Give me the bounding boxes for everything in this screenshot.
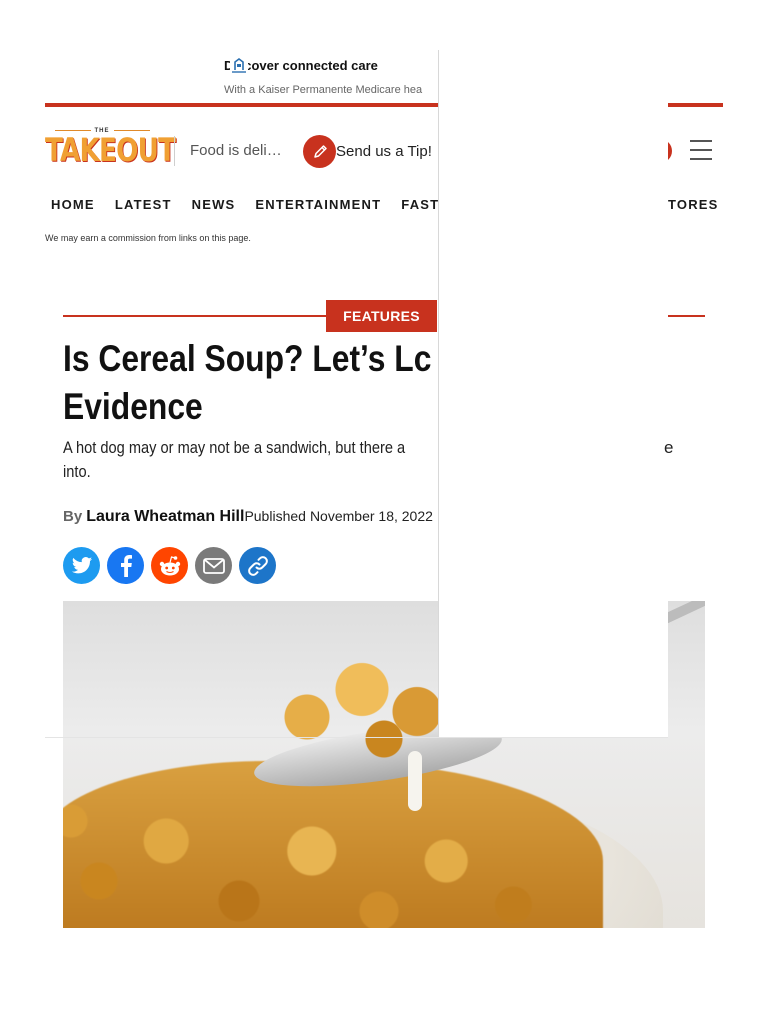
site-logo[interactable]: THE TAKEOUT: [45, 128, 176, 168]
pencil-icon: [303, 135, 336, 168]
reddit-icon[interactable]: [151, 547, 188, 584]
overlay-bottom-edge: [45, 737, 668, 738]
main-nav: HOME LATEST NEWS ENTERTAINMENT FAST FOC: [51, 197, 495, 212]
cereal-flakes: [63, 761, 603, 928]
nav-item-home[interactable]: HOME: [51, 197, 95, 212]
headline-line-1: Is Cereal Soup? Let’s Lc: [63, 338, 432, 379]
subhead-line-1: A hot dog may or may not be a sandwich, …: [63, 438, 406, 457]
link-icon[interactable]: [239, 547, 276, 584]
category-rule-right: [668, 315, 705, 317]
kaiser-logo-icon: [230, 56, 248, 74]
send-tip-label: Send us a Tip!: [336, 143, 432, 160]
hamburger-menu-icon[interactable]: [690, 140, 712, 162]
category-badge[interactable]: FEATURES: [326, 300, 437, 332]
category-rule-left: [63, 315, 327, 317]
facebook-icon[interactable]: [107, 547, 144, 584]
logo-main-text: TAKEOUT: [45, 131, 176, 169]
published-label: Published: [244, 508, 306, 524]
affiliate-disclaimer: We may earn a commission from links on t…: [45, 233, 251, 243]
nav-item-entertainment[interactable]: ENTERTAINMENT: [255, 197, 381, 212]
article-byline: By Laura Wheatman Hill Published Novembe…: [63, 508, 433, 526]
share-bar: [63, 547, 283, 584]
by-label: By: [63, 508, 83, 525]
milk-drip: [408, 751, 422, 811]
published-date: November 18, 2022: [309, 508, 433, 524]
nav-item-news[interactable]: NEWS: [192, 197, 236, 212]
subhead-line-2: into.: [63, 462, 91, 481]
headline-line-2: Evidence: [63, 386, 203, 427]
nav-item-latest[interactable]: LATEST: [115, 197, 172, 212]
nav-item-stores[interactable]: TORES: [668, 197, 719, 212]
ad-banner[interactable]: Discover connected care With a Kaiser Pe…: [222, 56, 438, 102]
subhead-edge-text: e: [664, 438, 674, 457]
author-link[interactable]: Laura Wheatman Hill: [86, 508, 244, 526]
spoon-handle: [663, 601, 705, 624]
ad-subtitle: With a Kaiser Permanente Medicare hea: [224, 84, 423, 96]
email-icon[interactable]: [195, 547, 232, 584]
site-tagline: Food is deli…: [190, 142, 282, 159]
overlay-panel: [438, 50, 668, 738]
send-tip-button[interactable]: Send us a Tip!: [303, 135, 432, 168]
twitter-icon[interactable]: [63, 547, 100, 584]
header-divider: [174, 136, 175, 166]
